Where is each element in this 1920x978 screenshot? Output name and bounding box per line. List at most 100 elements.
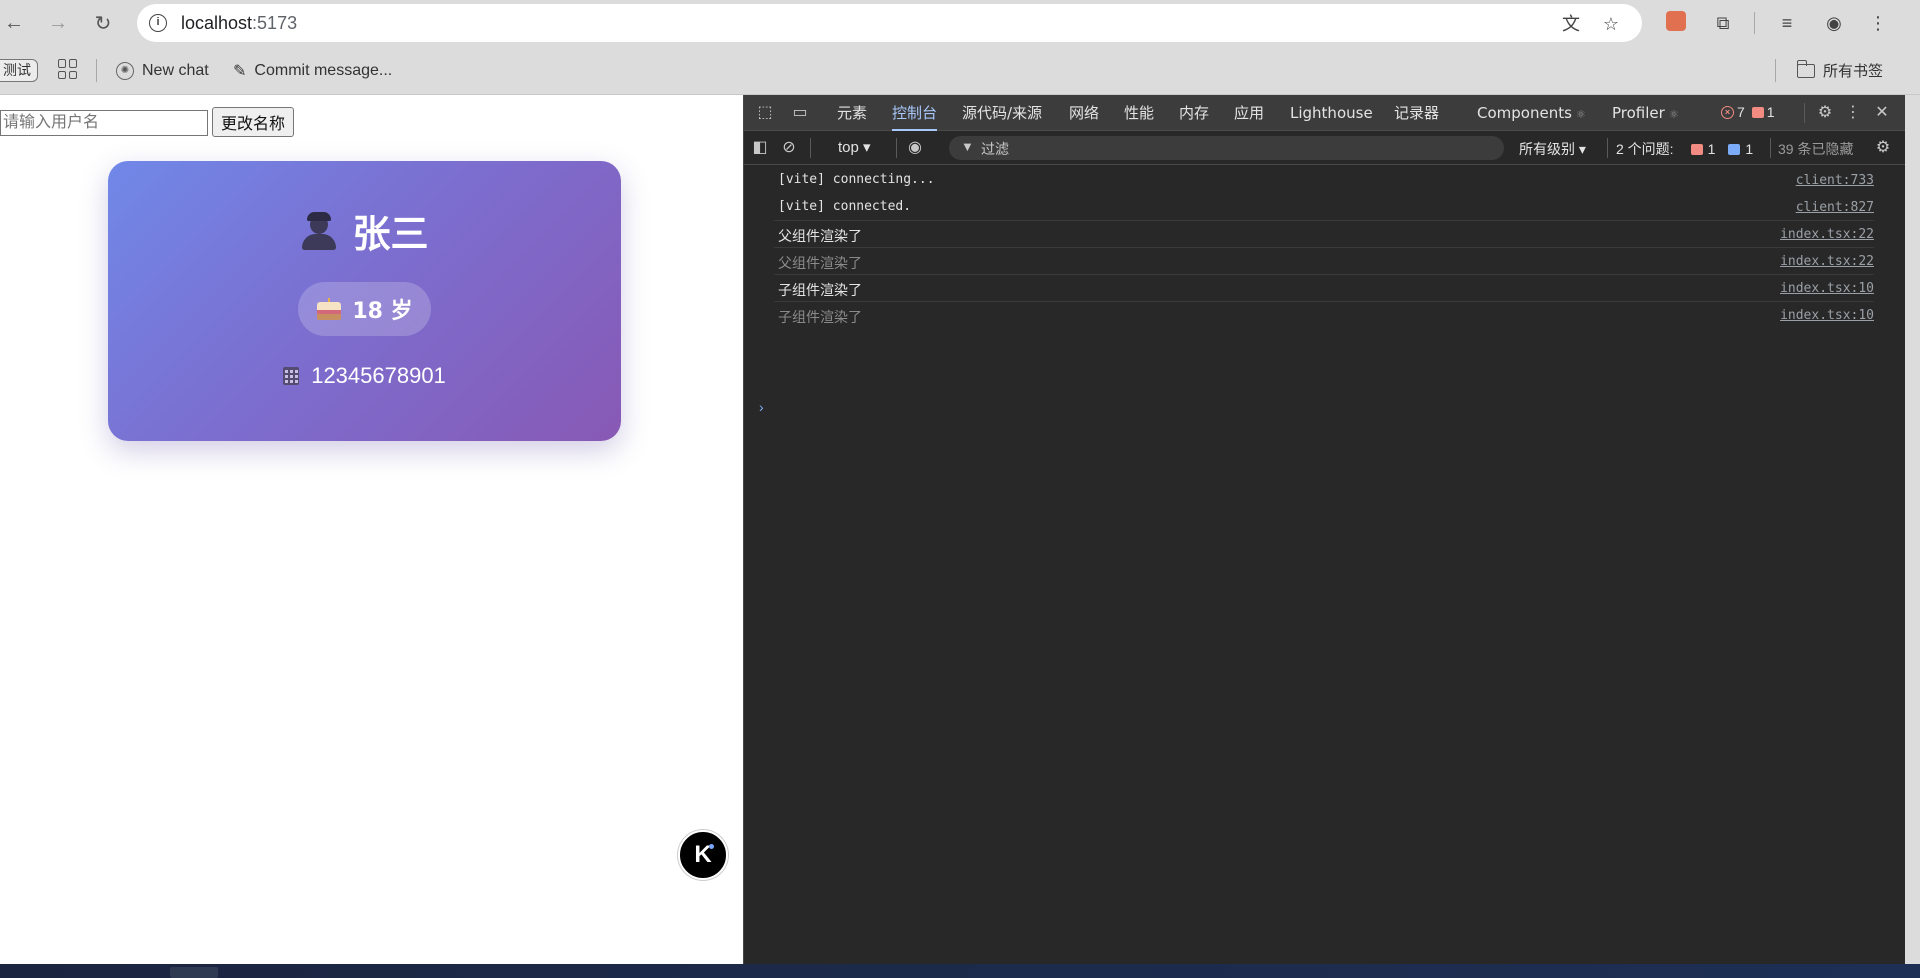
toolbar-separator [1754,12,1755,34]
os-taskbar [0,964,1920,978]
log-message: 父组件渲染了 [778,229,862,245]
context-select[interactable]: top ▾ [838,138,871,156]
cake-icon [316,298,342,320]
age-badge: 18 岁 [298,282,431,336]
site-info-icon[interactable]: i [149,14,167,32]
url-text[interactable]: localhost:5173 [181,13,297,34]
user-card: 张三 18 岁 12345678901 [108,161,621,441]
user-phone: 12345678901 [311,363,446,388]
log-source-link[interactable]: client:733 [1796,173,1874,188]
brush-icon: ✎ [233,63,247,80]
extension-icon[interactable] [1664,11,1688,35]
tab-recorder[interactable]: 记录器 [1394,95,1439,131]
bookmark-label: Commit message... [254,62,393,79]
profile-icon[interactable]: ◉ [1822,11,1846,35]
console-row: [vite] connecting... client:733 [774,167,1874,194]
rename-button[interactable]: 更改名称 [212,107,295,137]
star-icon[interactable]: ☆ [1600,13,1622,35]
console-toolbar: ◧ ⊘ top ▾ ◉ ▼ 过滤 所有级别 ▾ 2 个问题: 1 1 39 条已… [744,131,1905,165]
tab-console[interactable]: 控制台 [892,95,938,131]
phone-row: 12345678901 [108,363,621,389]
toolbar-separator [896,138,897,158]
tab-memory[interactable]: 内存 [1179,95,1209,131]
filter-placeholder: 过滤 [981,141,1009,157]
puzzle-icon[interactable]: ⧉ [1711,11,1735,35]
live-expression-eye-icon[interactable]: ◉ [904,137,926,159]
bookmark-commit-message[interactable]: ✎ Commit message... [233,60,392,82]
user-name: 张三 [352,212,429,256]
devtools-tabbar: ⬚ ▭ 元素 控制台 源代码/来源 网络 性能 内存 应用 Lighthouse… [744,95,1905,131]
log-message: [vite] connected. [778,199,912,214]
tab-elements[interactable]: 元素 [837,95,867,131]
log-message: [vite] connecting... [778,172,935,187]
floating-assistant-button[interactable]: K [678,830,728,880]
tab-separator [1804,103,1805,123]
taskbar-item[interactable] [170,967,218,978]
close-devtools-icon[interactable]: ✕ [1871,102,1893,124]
folder-icon [1796,59,1815,78]
log-message: 子组件渲染了 [778,310,862,326]
sidebar-toggle-icon[interactable]: ◧ [749,137,771,159]
error-count[interactable]: × 7 1 [1721,104,1775,120]
more-options-icon[interactable]: ⋮ [1842,102,1864,124]
tab-performance[interactable]: 性能 [1124,95,1154,131]
reload-icon[interactable]: ↻ [89,9,117,37]
devtools-panel: ⬚ ▭ 元素 控制台 源代码/来源 网络 性能 内存 应用 Lighthouse… [743,95,1905,964]
error-icon: × [1721,105,1734,119]
console-row: 父组件渲染了 index.tsx:22 [774,248,1874,275]
warning-icon [1751,106,1764,118]
console-settings-icon[interactable]: ⚙ [1872,137,1894,159]
clear-console-icon[interactable]: ⊘ [778,137,800,159]
log-level-select[interactable]: 所有级别 ▾ [1519,139,1586,159]
filter-icon: ▼ [961,139,974,154]
console-row: 父组件渲染了 index.tsx:22 [774,221,1874,248]
console-row: [vite] connected. client:827 [774,194,1874,221]
issue-info-icon [1728,143,1741,155]
window-scrollbar[interactable] [1905,95,1920,964]
device-toggle-icon[interactable]: ▭ [789,102,811,124]
console-filter-input[interactable]: ▼ 过滤 [949,136,1504,160]
log-message: 子组件渲染了 [778,283,862,299]
username-input[interactable] [0,110,208,136]
settings-gear-icon[interactable]: ⚙ [1814,102,1836,124]
address-bar[interactable]: i localhost:5173 文 ☆ [137,4,1642,42]
toolbar-separator [1607,138,1608,158]
page-viewport: 更改名称 张三 18 岁 12345678901 K [0,95,743,964]
phone-icon [283,367,300,385]
media-icon[interactable]: ≡ [1775,11,1799,35]
toolbar-separator [810,138,811,158]
apps-grid-icon[interactable] [58,59,78,79]
back-icon[interactable]: ← [0,9,28,37]
bookmark-separator [1775,59,1776,82]
tab-lighthouse[interactable]: Lighthouse [1290,95,1373,131]
forward-icon[interactable]: → [44,9,72,37]
tab-application[interactable]: 应用 [1234,95,1264,131]
inspect-icon[interactable]: ⬚ [754,102,776,124]
person-icon [300,211,338,250]
browser-toolbar: ← → ↻ i localhost:5173 文 ☆ ⧉ ≡ ◉ ⋮ [0,0,1920,46]
tab-profiler[interactable]: Profiler ⚛ [1612,95,1679,131]
log-source-link[interactable]: index.tsx:10 [1780,281,1874,296]
tab-network[interactable]: 网络 [1069,95,1099,131]
tab-sources[interactable]: 源代码/来源 [962,95,1042,131]
chatgpt-icon: ✺ [116,62,134,80]
issues-counter[interactable]: 2 个问题: 1 1 [1616,139,1753,159]
menu-icon[interactable]: ⋮ [1866,11,1890,35]
all-bookmarks[interactable]: 所有书签 [1796,59,1883,81]
console-row: 子组件渲染了 index.tsx:10 [774,275,1874,302]
bookmark-new-chat[interactable]: ✺ New chat [116,60,209,82]
log-source-link[interactable]: index.tsx:10 [1780,308,1874,323]
hidden-messages-count: 39 条已隐藏 [1778,141,1854,157]
tab-components[interactable]: Components ⚛ [1477,95,1586,131]
log-source-link[interactable]: index.tsx:22 [1780,254,1874,269]
log-source-link[interactable]: index.tsx:22 [1780,227,1874,242]
console-prompt-chevron-icon[interactable]: › [759,399,764,415]
bookmark-separator [96,59,97,82]
card-name-row: 张三 [108,203,621,258]
log-source-link[interactable]: client:827 [1796,200,1874,215]
bookmark-bar: 测试 ✺ New chat ✎ Commit message... 所有书签 [0,46,1920,95]
issue-warning-icon [1690,143,1703,155]
bookmark-chip[interactable]: 测试 [0,59,38,82]
translate-icon[interactable]: 文 [1560,13,1582,35]
console-output: [vite] connecting... client:733 [vite] c… [744,167,1874,415]
